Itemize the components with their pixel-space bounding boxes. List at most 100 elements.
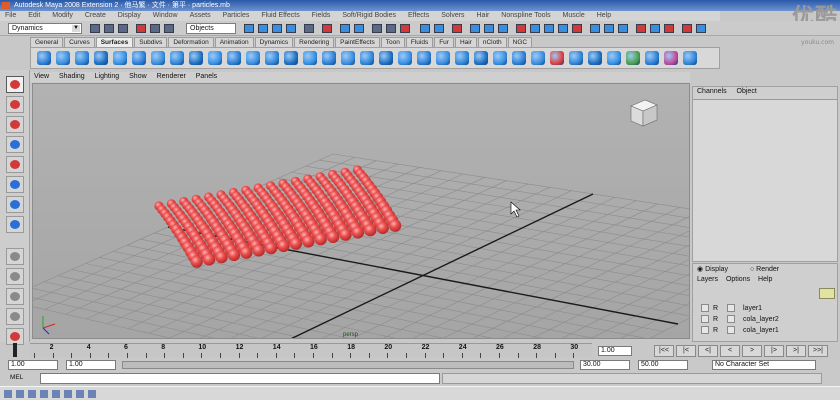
layer-render-flag[interactable]: R — [713, 304, 721, 314]
rotate-tool-button[interactable] — [6, 156, 24, 173]
shelf-tab-painteffects[interactable]: PaintEffects — [335, 37, 380, 47]
last-tool-button[interactable] — [6, 216, 24, 233]
menu-effects[interactable]: Effects — [403, 11, 434, 21]
particle-sphere[interactable] — [227, 248, 241, 262]
shelf-tab-deformation[interactable]: Deformation — [168, 37, 214, 47]
hair-icon[interactable] — [650, 24, 660, 33]
shelf-tab-fur[interactable]: Fur — [434, 37, 454, 47]
step-forward-key-button[interactable]: >| — [786, 345, 806, 357]
layer-template-toggle[interactable] — [727, 315, 735, 324]
shelf-tool-icon[interactable] — [208, 51, 222, 65]
ipr-render-icon[interactable] — [386, 24, 396, 33]
open-scene-icon[interactable] — [104, 24, 114, 33]
menu-modify[interactable]: Modify — [47, 11, 78, 21]
shelf-tool-icon[interactable] — [227, 51, 241, 65]
start-icon[interactable] — [4, 390, 12, 398]
rig-icon[interactable] — [530, 24, 540, 33]
snap-plane-icon[interactable] — [286, 24, 296, 33]
shelf-tool-icon[interactable] — [56, 51, 70, 65]
shelf-tool-icon[interactable] — [455, 51, 469, 65]
layout-outliner-button[interactable] — [6, 308, 24, 325]
layer-render-flag[interactable]: R — [713, 326, 721, 336]
go-to-end-button[interactable]: >>| — [808, 345, 828, 357]
shelf-tool-icon[interactable] — [398, 51, 412, 65]
shelf-tab-animation[interactable]: Animation — [214, 37, 254, 47]
shelf-tab-surfaces[interactable]: Surfaces — [95, 37, 134, 47]
step-back-frame-button[interactable]: <| — [698, 345, 718, 357]
menu-display[interactable]: Display — [113, 11, 146, 21]
menu-help[interactable]: Help — [592, 11, 616, 21]
menu-particles[interactable]: Particles — [218, 11, 255, 21]
menu-muscle[interactable]: Muscle — [558, 11, 590, 21]
shelf-tool-icon[interactable] — [113, 51, 127, 65]
menu-soft-rigid-bodies[interactable]: Soft/Rigid Bodies — [337, 11, 401, 21]
shelf-tab-toon[interactable]: Toon — [380, 37, 405, 47]
select-hierarchy-icon[interactable] — [136, 24, 146, 33]
rename-icon[interactable] — [434, 24, 444, 33]
shelf-tool-icon[interactable] — [341, 51, 355, 65]
shelf-tool-icon[interactable] — [512, 51, 526, 65]
particle-sphere[interactable] — [351, 226, 365, 239]
output-icon[interactable] — [354, 24, 364, 33]
layer-row[interactable]: Rcola_layer2 — [695, 315, 835, 325]
particle-sphere[interactable] — [364, 223, 377, 237]
construction-history-icon[interactable] — [304, 24, 314, 33]
shelf-tool-icon[interactable] — [607, 51, 621, 65]
shelf-tab-general[interactable]: General — [30, 37, 64, 47]
select-tool-button[interactable] — [6, 76, 24, 93]
layer-menu-help[interactable]: Help — [758, 276, 772, 283]
attribute-editor-toggle-icon[interactable] — [470, 24, 480, 33]
particle-sphere[interactable] — [264, 241, 278, 255]
shelf-tool-icon[interactable] — [37, 51, 51, 65]
channel-box-menu-channels[interactable]: Channels — [697, 88, 727, 95]
shelf-tab-subdivs[interactable]: Subdivs — [134, 37, 168, 47]
panel-menu-show[interactable]: Show — [125, 72, 151, 82]
shelf-tool-icon[interactable] — [322, 51, 336, 65]
particle-sphere[interactable] — [376, 221, 389, 235]
menu-solvers[interactable]: Solvers — [436, 11, 469, 21]
particle-sphere[interactable] — [202, 253, 216, 266]
shelf-tool-icon[interactable] — [189, 51, 203, 65]
shelf-tool-icon[interactable] — [664, 51, 678, 65]
particle-sphere[interactable] — [339, 228, 352, 241]
shelf-tab-rendering[interactable]: Rendering — [294, 37, 335, 47]
particle-icon[interactable] — [590, 24, 600, 33]
shelf-tool-icon[interactable] — [265, 51, 279, 65]
shelf-tab-curves[interactable]: Curves — [64, 37, 95, 47]
manipulator-tool-button[interactable] — [6, 196, 24, 213]
menu-nonspline-tools[interactable]: Nonspline Tools — [496, 11, 555, 21]
particle-sphere[interactable] — [302, 235, 315, 248]
layer-row[interactable]: Rlayer1 — [695, 304, 835, 314]
move-tool-button[interactable] — [6, 136, 24, 153]
layer-visibility-toggle[interactable] — [701, 315, 709, 324]
nucleus-icon[interactable] — [682, 24, 692, 33]
shelf-tool-icon[interactable] — [626, 51, 640, 65]
shelf-tool-icon[interactable] — [645, 51, 659, 65]
layout-single-button[interactable] — [6, 248, 24, 265]
render-radio[interactable]: ○ Render — [750, 266, 789, 273]
magnet-icon[interactable] — [516, 24, 526, 33]
play-forwards-button[interactable]: > — [742, 345, 762, 357]
shelf-tab-fluids[interactable]: Fluids — [405, 37, 434, 47]
quick-launch-icon[interactable] — [64, 390, 72, 398]
create-layer-icon[interactable] — [819, 288, 835, 299]
shelf-tool-icon[interactable] — [550, 51, 564, 65]
panel-menu-shading[interactable]: Shading — [55, 72, 89, 82]
shelf-tool-icon[interactable] — [360, 51, 374, 65]
quick-launch-icon[interactable] — [76, 390, 84, 398]
playback-start-field[interactable]: 1.00 — [66, 360, 116, 370]
step-forward-frame-button[interactable]: |> — [764, 345, 784, 357]
panel-menu-lighting[interactable]: Lighting — [91, 72, 124, 82]
menu-file[interactable]: File — [0, 11, 21, 21]
scale-tool-button[interactable] — [6, 176, 24, 193]
select-component-icon[interactable] — [164, 24, 174, 33]
particle-grid[interactable] — [154, 165, 402, 268]
shelf-tool-icon[interactable] — [303, 51, 317, 65]
layout-two-button[interactable] — [6, 288, 24, 305]
menu-fields[interactable]: Fields — [307, 11, 336, 21]
particle-sphere[interactable] — [326, 230, 340, 244]
go-to-start-button[interactable]: |<< — [654, 345, 674, 357]
mel-label[interactable]: MEL — [10, 374, 23, 381]
animation-end-field[interactable]: 50.00 — [638, 360, 688, 370]
input-icon[interactable] — [340, 24, 350, 33]
